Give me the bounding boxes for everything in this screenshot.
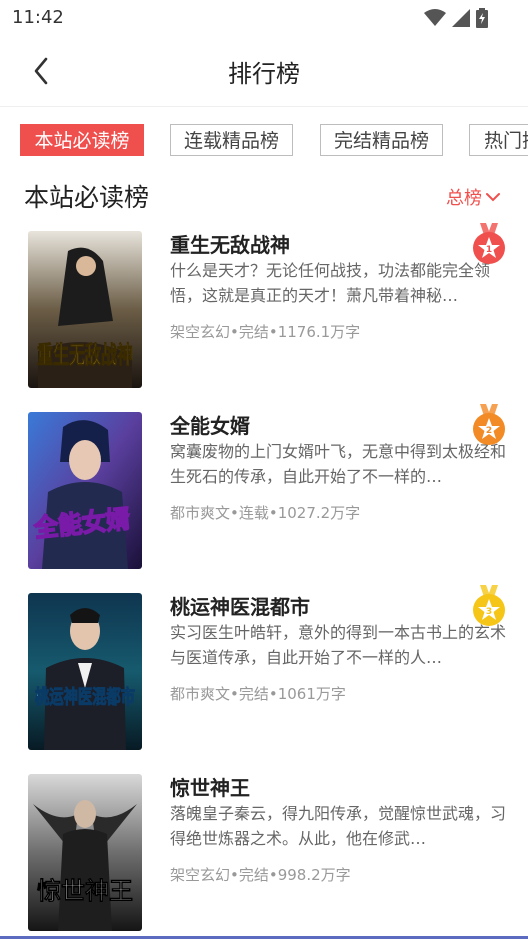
book-meta: 都市爽文•完结•1061万字	[170, 685, 346, 703]
svg-text:1: 1	[486, 245, 492, 255]
book-item[interactable]: 惊世神王 惊世神王 落魄皇子秦云，得九阳传承，觉醒惊世武魂，习得绝世炼器之术。从…	[0, 774, 528, 934]
tab-site-must-read[interactable]: 本站必读榜	[20, 124, 144, 156]
book-item[interactable]: 桃运神医混都市 桃运神医混都市 实习医生叶皓轩，意外的得到一本古书上的玄术与医道…	[0, 585, 528, 753]
chevron-down-icon	[486, 193, 500, 202]
tab-serial-picks[interactable]: 连载精品榜	[170, 124, 293, 156]
signal-icon	[452, 9, 470, 27]
book-cover: 桃运神医混都市	[28, 593, 142, 750]
overall-ranking-label: 总榜	[446, 188, 482, 209]
tab-hot-search[interactable]: 热门搜	[469, 124, 528, 156]
svg-text:2: 2	[486, 426, 492, 436]
svg-text:3: 3	[486, 607, 492, 617]
book-description: 什么是天才？无论任何战技，功法都能完全领悟，这就是真正的天才！萧凡带着神秘…	[170, 261, 491, 305]
book-meta: 架空玄幻•完结•1176.1万字	[170, 323, 361, 341]
ranking-tabs: 本站必读榜 连载精品榜 完结精品榜 热门搜	[0, 124, 528, 160]
book-title: 重生无敌战神	[170, 233, 290, 257]
rank-badge-3-icon: 3	[473, 585, 505, 626]
book-cover: 惊世神王	[28, 774, 142, 931]
cover-title-text: 惊世神王	[37, 876, 133, 905]
rank-badge-1-icon: 1	[473, 223, 505, 264]
book-description: 窝囊废物的上门女婿叶飞，无意中得到太极经和生死石的传承，自此开始了不一样的…	[170, 442, 506, 486]
battery-icon	[476, 8, 488, 28]
book-cover: 重生无敌战神	[28, 231, 142, 388]
cover-title-text: 桃运神医混都市	[35, 685, 135, 708]
book-cover: 全能女婿	[28, 412, 142, 569]
book-description: 实习医生叶皓轩，意外的得到一本古书上的玄术与医道传承，自此开始了不一样的人…	[170, 623, 506, 667]
section-title: 本站必读榜	[24, 183, 150, 212]
book-meta: 都市爽文•连载•1027.2万字	[170, 504, 361, 522]
status-bar: 11:42	[0, 0, 528, 36]
tab-completed-picks[interactable]: 完结精品榜	[320, 124, 443, 156]
book-title: 全能女婿	[170, 414, 250, 438]
wifi-icon	[424, 9, 446, 26]
book-item[interactable]: 全能女婿 全能女婿 窝囊废物的上门女婿叶飞，无意中得到太极经和生死石的传承，自此…	[0, 404, 528, 572]
book-meta: 架空玄幻•完结•998.2万字	[170, 866, 351, 884]
status-time: 11:42	[12, 7, 64, 28]
book-description: 落魄皇子秦云，得九阳传承，觉醒惊世武魂，习得绝世炼器之术。从此，他在修武…	[170, 804, 506, 848]
page-title: 排行榜	[228, 60, 300, 88]
book-title: 桃运神医混都市	[170, 595, 310, 619]
nav-bar: 排行榜	[0, 36, 528, 107]
book-title: 惊世神王	[170, 776, 250, 800]
book-item[interactable]: 重生无敌战神 重生无敌战神 什么是天才？无论任何战技，功法都能完全领悟，这就是真…	[0, 223, 528, 391]
status-icons	[424, 8, 488, 28]
cover-title-text: 重生无敌战神	[37, 340, 133, 369]
rank-badge-2-icon: 2	[473, 404, 505, 445]
overall-ranking-dropdown[interactable]: 总榜	[446, 184, 500, 210]
